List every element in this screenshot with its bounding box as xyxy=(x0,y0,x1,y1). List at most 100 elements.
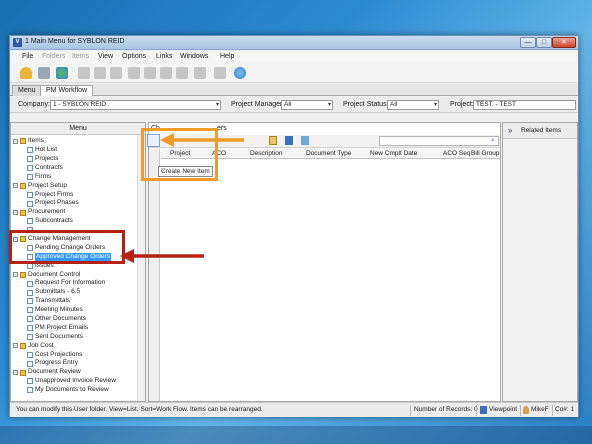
tree-item[interactable]: Meeting Minutes xyxy=(13,306,137,315)
tree-item[interactable]: − Project Setup xyxy=(13,181,137,190)
tab-strip: Menu PM Workflow xyxy=(10,84,578,96)
company-select[interactable]: 1 - SYBLON REID ▾ xyxy=(50,100,221,110)
document-icon xyxy=(27,156,33,163)
tree-item[interactable]: Request For Information xyxy=(13,279,137,288)
document-icon xyxy=(27,174,33,180)
tree-item[interactable]: Other Documents xyxy=(13,315,137,324)
col-new-cmplt-date[interactable]: New Cmplt Date xyxy=(370,150,417,157)
tree-item[interactable]: Hot List xyxy=(13,146,137,155)
col-bill-group[interactable]: Bill Group xyxy=(471,150,500,157)
project-manager-value: All xyxy=(284,101,292,108)
tree-item[interactable]: Transmittals xyxy=(13,297,137,306)
menu-options[interactable]: Options xyxy=(122,53,146,60)
viewpoint-icon xyxy=(480,406,487,414)
document-icon xyxy=(27,351,33,358)
minimize-button[interactable]: — xyxy=(520,37,536,48)
tree-item[interactable]: − Job Cost xyxy=(13,341,137,350)
menu-file[interactable]: File xyxy=(22,53,33,60)
tree-item[interactable]: Project Firms xyxy=(13,190,137,199)
collapse-icon[interactable]: − xyxy=(13,138,18,144)
tree-item[interactable]: Cost Projections xyxy=(13,350,137,359)
menu-view[interactable]: View xyxy=(98,53,113,60)
project-status-label: Project Status: xyxy=(343,101,389,108)
tree-item[interactable]: − Document Control xyxy=(13,270,137,279)
menu-items[interactable]: Items xyxy=(72,53,89,60)
sort-icon[interactable] xyxy=(214,67,226,79)
project-status-value: All xyxy=(390,101,398,108)
lock-icon[interactable] xyxy=(20,67,32,79)
tree-item-label: Project Setup xyxy=(28,181,68,189)
tree-item[interactable]: Sent Documents xyxy=(13,333,137,342)
project-field[interactable]: TEST. - TEST xyxy=(473,100,576,110)
collapse-icon[interactable]: − xyxy=(13,210,18,216)
globe-icon[interactable] xyxy=(56,67,68,79)
search-input[interactable]: ⌕ xyxy=(379,136,499,146)
menu-folders[interactable]: Folders xyxy=(42,53,65,60)
tree-item[interactable]: Contracts xyxy=(13,164,137,173)
related-items-header: » Related Items xyxy=(503,123,577,139)
new-document-icon[interactable] xyxy=(269,136,277,145)
col-document-type[interactable]: Document Type xyxy=(306,150,351,157)
tree-item[interactable]: Project Phases xyxy=(13,199,137,208)
status-divider xyxy=(410,405,411,416)
refresh-icon[interactable] xyxy=(234,67,246,79)
user-name: MikeF xyxy=(531,406,549,413)
document-icon xyxy=(27,360,33,367)
new-folder-icon[interactable] xyxy=(78,67,90,79)
properties-icon[interactable] xyxy=(194,67,206,79)
document-icon xyxy=(27,307,33,314)
viewpoint-label: Viewpoint xyxy=(489,406,518,413)
tree-item[interactable]: − Items xyxy=(13,137,137,146)
tree-item[interactable]: Firms xyxy=(13,173,137,182)
columns-icon[interactable] xyxy=(301,136,309,145)
tree-item[interactable]: PM Project Emails xyxy=(13,324,137,333)
document-icon xyxy=(27,334,33,341)
note-icon[interactable] xyxy=(110,67,122,79)
tree-item[interactable]: − Document Review xyxy=(13,368,137,377)
tree-item[interactable]: Unapproved Invoice Review xyxy=(13,377,137,386)
company-label: Company: xyxy=(18,101,50,108)
tree-item[interactable]: Subcontracts xyxy=(13,217,137,226)
close-button[interactable]: ✕ xyxy=(552,37,576,48)
project-manager-select[interactable]: All ▾ xyxy=(281,100,333,110)
tab-pm-workflow[interactable]: PM Workflow xyxy=(40,85,94,96)
paste-icon[interactable] xyxy=(160,67,172,79)
folder-icon xyxy=(20,138,26,145)
menu-tree: − Items Hot List Projects Contracts Firms − Pro… xyxy=(13,137,137,395)
cut-icon[interactable] xyxy=(144,67,156,79)
tab-menu[interactable]: Menu xyxy=(12,85,42,96)
folder-icon xyxy=(20,342,26,349)
tree-item-label: Firms xyxy=(35,172,52,180)
col-description[interactable]: Description xyxy=(250,150,283,157)
expand-related-icon[interactable]: » xyxy=(508,126,512,135)
status-bar: You can modify this User folder. View=Li… xyxy=(10,402,578,417)
font-icon[interactable] xyxy=(38,67,50,79)
menu-windows[interactable]: Windows xyxy=(180,53,208,60)
menu-help[interactable]: Help xyxy=(220,53,234,60)
collapse-icon[interactable]: − xyxy=(13,343,18,349)
collapse-icon[interactable]: − xyxy=(13,183,18,189)
document-icon xyxy=(27,280,33,287)
edit-icon[interactable] xyxy=(94,67,106,79)
tree-item[interactable]: Projects xyxy=(13,155,137,164)
document-icon xyxy=(27,147,33,154)
maximize-button[interactable]: □ xyxy=(536,37,552,48)
title-bar[interactable]: V 1 Main Menu for SYBLON REID — □ ✕ xyxy=(10,36,578,50)
delete-icon[interactable] xyxy=(176,67,188,79)
tree-item[interactable]: − Procurement xyxy=(13,208,137,217)
project-value: TEST. - TEST xyxy=(476,101,516,108)
copy-icon[interactable] xyxy=(128,67,140,79)
tree-item[interactable]: Submittals - 6.5 xyxy=(13,288,137,297)
collapse-icon[interactable]: − xyxy=(13,370,18,376)
col-aco-seq[interactable]: ACO Seq xyxy=(443,150,470,157)
related-items-panel: » Related Items xyxy=(502,122,578,402)
project-status-select[interactable]: All ▾ xyxy=(387,100,439,110)
tree-item[interactable]: Progress Entry xyxy=(13,359,137,368)
tree-item-label: PM Project Emails xyxy=(35,323,89,331)
menu-links[interactable]: Links xyxy=(156,53,172,60)
flag-icon[interactable] xyxy=(285,136,293,145)
search-icon[interactable]: ⌕ xyxy=(491,137,495,145)
tree-item-label: Project Firms xyxy=(35,190,74,198)
tree-item[interactable]: My Documents to Review xyxy=(13,386,137,395)
collapse-icon[interactable]: − xyxy=(13,272,18,278)
